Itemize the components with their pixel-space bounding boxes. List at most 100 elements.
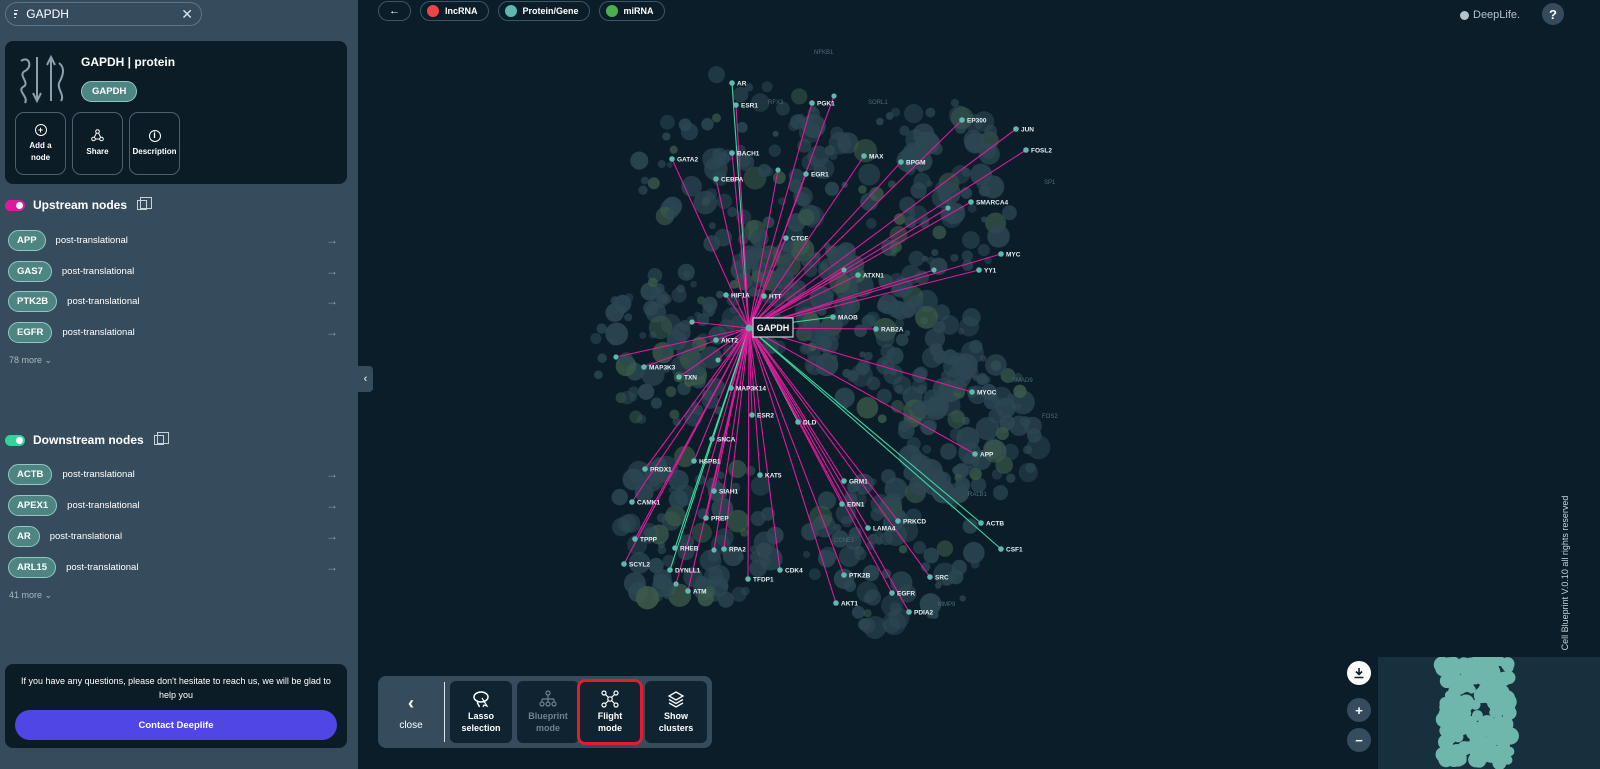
graph-node-label[interactable]: AKT2 <box>721 338 738 345</box>
graph-node[interactable] <box>689 319 695 325</box>
arrow-right-icon[interactable]: → <box>326 498 338 512</box>
graph-node[interactable] <box>931 267 937 273</box>
arrow-right-icon[interactable]: → <box>326 264 338 278</box>
graph-node[interactable] <box>709 436 715 442</box>
graph-node[interactable] <box>1023 147 1029 153</box>
graph-node-label[interactable]: MAX <box>869 154 884 161</box>
graph-node[interactable] <box>969 389 975 395</box>
graph-node[interactable] <box>1013 126 1019 132</box>
graph-node[interactable] <box>968 199 974 205</box>
downstream-row[interactable]: ACTB post-translational → <box>8 463 338 485</box>
add-node-button[interactable]: + Add a node <box>15 112 66 175</box>
legend-lncrna[interactable]: lncRNA <box>420 1 489 21</box>
graph-node[interactable] <box>830 314 836 320</box>
graph-node[interactable] <box>978 520 984 526</box>
graph-node[interactable] <box>757 472 763 478</box>
graph-node-label[interactable]: SIAH1 <box>719 489 739 496</box>
graph-node-label[interactable]: JUN <box>1021 127 1034 134</box>
graph-node-label[interactable]: ACTB <box>986 521 1004 528</box>
graph-node[interactable] <box>841 267 847 273</box>
graph-node[interactable] <box>729 80 735 86</box>
graph-node[interactable] <box>895 518 901 524</box>
graph-node-label[interactable]: RHEB <box>680 546 699 553</box>
graph-node-label[interactable]: PREP <box>711 516 729 523</box>
contact-button[interactable]: Contact Deeplife <box>15 710 337 740</box>
arrow-right-icon[interactable]: → <box>326 560 338 574</box>
downstream-row[interactable]: APEX1 post-translational → <box>8 494 338 516</box>
node-gene-chip[interactable]: GAPDH <box>81 81 138 102</box>
graph-node-label[interactable]: KAT5 <box>765 473 782 480</box>
graph-node-label[interactable]: TXN <box>684 375 697 382</box>
graph-node-label[interactable]: DLD <box>803 420 817 427</box>
upstream-more-link[interactable]: 78 more ⌄ <box>9 355 52 366</box>
graph-node[interactable] <box>959 117 965 123</box>
clear-search-icon[interactable]: ✕ <box>181 6 193 23</box>
graph-node[interactable] <box>927 574 933 580</box>
graph-node[interactable] <box>667 567 673 573</box>
lasso-selection-button[interactable]: Lasso selection <box>450 681 512 743</box>
upstream-row[interactable]: GAS7 post-translational → <box>8 260 338 282</box>
graph-node-label[interactable]: HTT <box>769 294 782 301</box>
graph-node-label[interactable]: AR <box>737 81 747 88</box>
graph-node[interactable] <box>855 272 861 278</box>
graph-node-label[interactable]: DYNLL1 <box>675 568 701 575</box>
graph-node-label[interactable]: APP <box>980 452 994 459</box>
graph-node-label[interactable]: RAB2A <box>881 327 904 334</box>
graph-node-label[interactable]: EGR1 <box>811 172 829 179</box>
graph-node-label[interactable]: EGFR <box>897 591 915 598</box>
show-clusters-button[interactable]: Show clusters <box>645 681 707 743</box>
collapse-sidebar-button[interactable]: ‹ <box>358 366 373 392</box>
share-button[interactable]: Share <box>72 112 123 175</box>
graph-node-label[interactable]: MAOB <box>838 315 858 322</box>
copy-icon[interactable] <box>153 432 169 445</box>
graph-node-label[interactable]: SRC <box>935 575 949 582</box>
graph-node-label[interactable]: PRDX1 <box>650 467 672 474</box>
graph-node-label[interactable]: CEBPA <box>721 177 744 184</box>
graph-node[interactable] <box>669 156 675 162</box>
graph-node[interactable] <box>629 499 635 505</box>
graph-node-label[interactable]: BACH1 <box>737 151 760 158</box>
graph-node[interactable] <box>749 412 755 418</box>
graph-node-label[interactable]: CTCF <box>791 236 808 243</box>
minimap[interactable] <box>1378 653 1600 769</box>
graph-node[interactable] <box>729 150 735 156</box>
graph-node[interactable] <box>685 588 691 594</box>
graph-node-label[interactable]: HSPB1 <box>699 459 721 466</box>
graph-node[interactable] <box>998 251 1004 257</box>
download-button[interactable] <box>1347 661 1371 685</box>
graph-node[interactable] <box>672 545 678 551</box>
graph-node-label[interactable]: ESR1 <box>741 103 758 110</box>
close-toolbar-button[interactable]: ‹ close <box>378 676 444 748</box>
graph-node-label[interactable]: FOSL2 <box>1031 148 1052 155</box>
graph-node-label[interactable]: MAP3K3 <box>649 365 676 372</box>
flight-mode-button[interactable]: Flight mode <box>577 679 643 745</box>
help-button[interactable]: ? <box>1542 3 1564 25</box>
zoom-in-button[interactable]: + <box>1347 698 1371 722</box>
graph-node[interactable] <box>803 171 809 177</box>
graph-node-label[interactable]: YY1 <box>984 268 997 275</box>
graph-node[interactable] <box>728 385 734 391</box>
graph-node-label[interactable]: EDN1 <box>847 502 865 509</box>
gene-chip[interactable]: GAS7 <box>8 260 52 282</box>
arrow-right-icon[interactable]: → <box>326 294 338 308</box>
network-graph[interactable]: RFX3 SORL1 NFKB1 SP1 SMAD9 FOS2 MMP9 RALB1 CCNE1… <box>374 30 1600 650</box>
graph-node[interactable] <box>945 205 951 211</box>
legend-protein-gene[interactable]: Protein/Gene <box>497 1 590 21</box>
gene-chip[interactable]: EGFR <box>8 321 53 343</box>
filter-icon[interactable] <box>14 8 19 21</box>
graph-node[interactable] <box>703 515 709 521</box>
gene-chip[interactable]: PTK2B <box>8 290 58 312</box>
graph-node[interactable] <box>632 536 638 542</box>
downstream-more-link[interactable]: 41 more ⌄ <box>9 590 52 601</box>
graph-node-label[interactable]: TPPP <box>640 537 658 544</box>
graph-node[interactable] <box>711 547 717 553</box>
graph-node[interactable] <box>775 167 781 173</box>
center-node[interactable]: GAPDH <box>752 317 794 338</box>
graph-node-label[interactable]: MAP3K14 <box>736 386 766 393</box>
graph-node[interactable] <box>972 451 978 457</box>
graph-node-label[interactable]: PDIA2 <box>914 610 934 617</box>
graph-node[interactable] <box>976 267 982 273</box>
graph-node[interactable] <box>713 337 719 343</box>
graph-node[interactable] <box>721 546 727 552</box>
graph-node[interactable] <box>841 572 847 578</box>
